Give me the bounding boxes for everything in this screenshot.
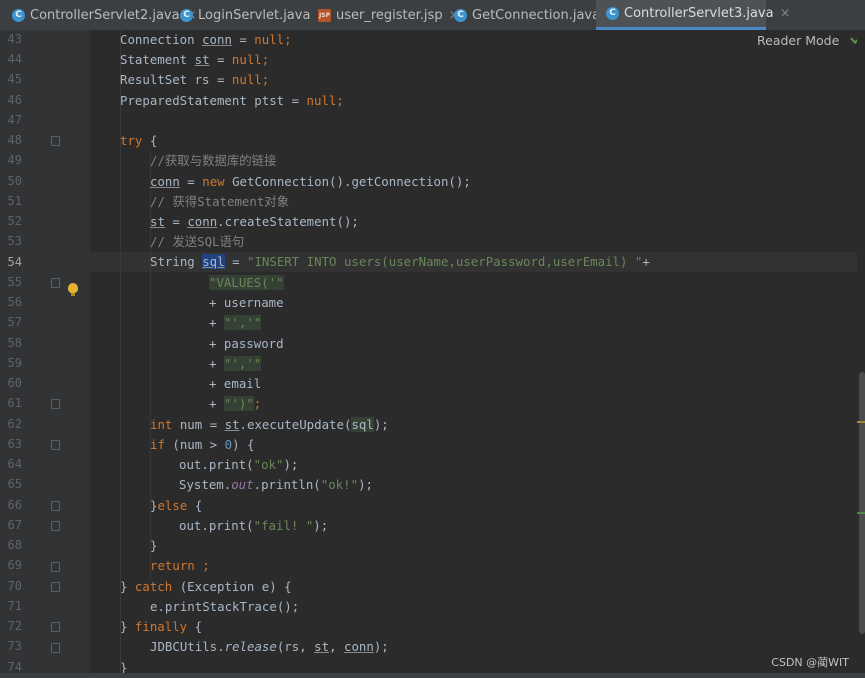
fold-marker-icon[interactable]	[51, 501, 60, 511]
fold-marker-icon[interactable]	[51, 582, 60, 592]
java-class-icon: C	[180, 8, 193, 22]
code-line-73: JDBCUtils.release(rs, st, conn);	[150, 639, 389, 654]
java-class-icon: C	[12, 8, 25, 22]
tab-user-register-jsp[interactable]: JSP user_register.jsp ×	[308, 0, 459, 30]
code-line-57: + "','"	[209, 315, 262, 330]
line-number: 51	[7, 194, 22, 208]
code-line-58: + password	[209, 336, 284, 351]
code-line-52: st = conn.createStatement();	[150, 214, 359, 229]
line-number: 66	[7, 498, 22, 512]
tab-label: GetConnection.java	[472, 7, 601, 23]
line-number: 70	[7, 579, 22, 593]
code-line-51: // 获得Statement对象	[150, 194, 290, 209]
fold-marker-icon[interactable]	[51, 136, 60, 146]
bottom-scrollbar[interactable]	[0, 673, 865, 678]
line-number: 64	[7, 457, 22, 471]
tab-controllerservlet2[interactable]: C ControllerServlet2.java ×	[0, 0, 197, 30]
tab-label: user_register.jsp	[336, 7, 443, 23]
line-number: 56	[7, 295, 22, 309]
lightbulb-icon[interactable]	[68, 283, 78, 296]
tab-label: ControllerServlet2.java	[30, 7, 180, 23]
code-line-49: //获取与数据库的链接	[150, 153, 277, 168]
code-line-55: "VALUES('"	[209, 275, 284, 290]
code-line-44: Statement st = null;	[120, 52, 270, 67]
code-line-66: }else {	[150, 498, 203, 513]
line-number: 49	[7, 153, 22, 167]
fold-marker-icon[interactable]	[51, 278, 60, 288]
line-number: 50	[7, 174, 22, 188]
fold-marker-icon[interactable]	[51, 643, 60, 653]
fold-marker-icon[interactable]	[51, 562, 60, 572]
fold-marker-icon[interactable]	[51, 399, 60, 409]
close-icon[interactable]: ×	[780, 6, 791, 21]
line-number: 72	[7, 619, 22, 633]
line-number: 55	[7, 275, 22, 289]
line-number: 57	[7, 315, 22, 329]
line-number: 68	[7, 538, 22, 552]
code-line-45: ResultSet rs = null;	[120, 72, 270, 87]
line-number: 47	[7, 113, 22, 127]
line-number: 46	[7, 93, 22, 107]
line-number: 45	[7, 72, 22, 86]
selected-identifier: sql	[202, 254, 225, 269]
tab-label: LoginServlet.java	[198, 7, 311, 23]
code-line-54: String sql = "INSERT INTO users(userName…	[150, 254, 650, 269]
reader-mode-button[interactable]: Reader Mode	[757, 33, 839, 48]
line-number: 60	[7, 376, 22, 390]
line-number: 53	[7, 234, 22, 248]
code-line-69: return ;	[150, 558, 210, 573]
code-line-62: int num = st.executeUpdate(sql);	[150, 417, 389, 432]
fold-marker-icon[interactable]	[51, 521, 60, 531]
code-line-59: + "','"	[209, 356, 262, 371]
code-line-68: }	[150, 538, 158, 553]
line-number: 63	[7, 437, 22, 451]
code-line-65: System.out.println("ok!");	[179, 477, 373, 492]
line-number: 74	[7, 660, 22, 674]
code-line-46: PreparedStatement ptst = null;	[120, 93, 344, 108]
line-number-gutter[interactable]: 43 44 45 46 47 48 49 50 51 52 53 54 55 5…	[0, 30, 90, 678]
tab-loginservlet[interactable]: C LoginServlet.java ×	[170, 0, 327, 30]
line-number: 59	[7, 356, 22, 370]
line-number: 69	[7, 558, 22, 572]
line-number: 65	[7, 477, 22, 491]
tab-controllerservlet3[interactable]: C ControllerServlet3.java ×	[596, 0, 791, 30]
java-class-icon: C	[454, 8, 467, 22]
code-line-56: + username	[209, 295, 284, 310]
line-number: 62	[7, 417, 22, 431]
current-line-number: 54	[7, 255, 22, 269]
editor-tab-bar: C ControllerServlet2.java × C LoginServl…	[0, 0, 865, 31]
code-line-67: out.print("fail! ");	[179, 518, 329, 533]
tab-getconnection[interactable]: C GetConnection.java ×	[444, 0, 617, 30]
code-line-63: if (num > 0) {	[150, 437, 255, 452]
java-class-icon: C	[606, 7, 619, 20]
warning-marker[interactable]	[857, 421, 865, 423]
code-line-61: + "')";	[209, 396, 262, 411]
code-line-64: out.print("ok");	[179, 457, 299, 472]
line-number: 71	[7, 599, 22, 613]
code-line-43: Connection conn = null;	[120, 32, 292, 47]
line-number: 44	[7, 52, 22, 66]
scrollbar-thumb[interactable]	[859, 372, 865, 634]
code-line-71: e.printStackTrace();	[150, 599, 300, 614]
line-number: 48	[7, 133, 22, 147]
fold-marker-icon[interactable]	[51, 622, 60, 632]
code-editor[interactable]: Connection conn = null; Statement st = n…	[90, 30, 857, 678]
watermark: CSDN @蔺WIT	[771, 656, 849, 669]
line-number: 61	[7, 396, 22, 410]
line-number: 73	[7, 639, 22, 653]
line-number: 58	[7, 336, 22, 350]
code-line-60: + email	[209, 376, 262, 391]
code-line-72: } finally {	[120, 619, 203, 634]
jsp-file-icon: JSP	[318, 8, 331, 22]
code-line-48: try {	[120, 133, 158, 148]
line-number: 67	[7, 518, 22, 532]
line-number: 43	[7, 32, 22, 46]
change-marker[interactable]	[857, 512, 865, 514]
line-number: 52	[7, 214, 22, 228]
fold-marker-icon[interactable]	[51, 440, 60, 450]
tab-label: ControllerServlet3.java	[624, 6, 774, 21]
code-line-53: // 发送SQL语句	[150, 234, 245, 249]
code-line-70: } catch (Exception e) {	[120, 579, 292, 594]
code-line-50: conn = new GetConnection().getConnection…	[150, 174, 471, 189]
